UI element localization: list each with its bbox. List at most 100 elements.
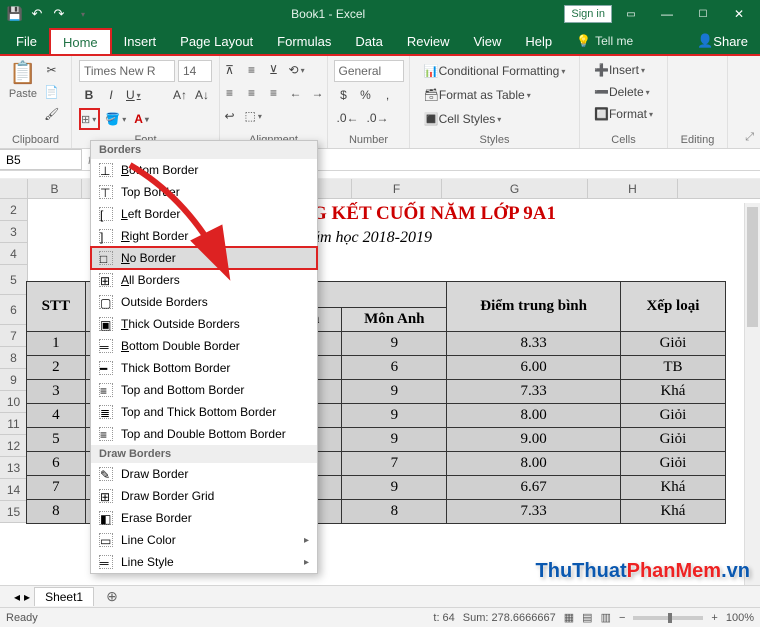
col-header-G[interactable]: G xyxy=(442,179,588,198)
percent-icon[interactable]: % xyxy=(356,85,376,105)
number-format-box[interactable]: General xyxy=(334,60,404,82)
sign-in-button[interactable]: Sign in xyxy=(564,5,612,23)
accounting-icon[interactable]: $ xyxy=(334,85,354,105)
conditional-formatting-button[interactable]: 📊 Conditional Formatting xyxy=(421,60,569,82)
col-header-B[interactable]: B xyxy=(28,179,82,198)
increase-decimal-icon[interactable]: .0← xyxy=(334,108,362,128)
font-name-box[interactable]: Times New R xyxy=(79,60,175,82)
zoom-out-icon[interactable]: − xyxy=(619,612,625,624)
comma-icon[interactable]: , xyxy=(378,85,398,105)
border-item-outside-borders[interactable]: ▢Outside Borders xyxy=(91,291,317,313)
decrease-indent-icon[interactable]: ← xyxy=(286,83,306,103)
name-box[interactable]: B5 xyxy=(0,149,82,170)
new-sheet-icon[interactable]: ⊕ xyxy=(98,588,126,605)
border-item-no-border[interactable]: □No Border xyxy=(91,247,317,269)
fill-color-button[interactable]: 🪣 xyxy=(102,109,129,129)
align-middle-icon[interactable]: ≡ xyxy=(242,60,262,80)
draw-border-item-line-style[interactable]: ═Line Style xyxy=(91,551,317,573)
redo-icon[interactable]: ↷ xyxy=(50,5,68,23)
cell-styles-button[interactable]: 🔳 Cell Styles xyxy=(421,108,569,130)
tab-data[interactable]: Data xyxy=(343,28,394,54)
format-cells-button[interactable]: 🔲 Format xyxy=(591,104,656,124)
zoom-slider[interactable] xyxy=(633,616,703,620)
maximize-icon[interactable]: ☐ xyxy=(686,0,720,28)
zoom-level[interactable]: 100% xyxy=(726,612,754,624)
italic-button[interactable]: I xyxy=(101,85,121,105)
border-item-bottom-double-border[interactable]: ═Bottom Double Border xyxy=(91,335,317,357)
row-header-4[interactable]: 4 xyxy=(0,243,28,265)
format-painter-icon[interactable]: 🖌 xyxy=(41,104,62,124)
border-item-top-and-double-bottom-border[interactable]: ≡Top and Double Bottom Border xyxy=(91,423,317,445)
draw-border-item-draw-border-grid[interactable]: ⊞Draw Border Grid xyxy=(91,485,317,507)
qat-customize[interactable] xyxy=(72,5,92,23)
tab-insert[interactable]: Insert xyxy=(112,28,169,54)
border-item-all-borders[interactable]: ⊞All Borders xyxy=(91,269,317,291)
tell-me[interactable]: 💡Tell me xyxy=(564,28,645,54)
border-item-bottom-border[interactable]: ⊥Bottom Border xyxy=(91,159,317,181)
increase-font-icon[interactable]: A↑ xyxy=(170,85,190,105)
close-icon[interactable]: ✕ xyxy=(722,0,756,28)
align-bottom-icon[interactable]: ⊻ xyxy=(264,60,284,80)
row-header-13[interactable]: 13 xyxy=(0,457,28,479)
border-item-top-and-bottom-border[interactable]: ≡Top and Bottom Border xyxy=(91,379,317,401)
row-header-8[interactable]: 8 xyxy=(0,347,28,369)
draw-border-item-line-color[interactable]: ▭Line Color xyxy=(91,529,317,551)
save-icon[interactable]: 💾 xyxy=(6,5,24,23)
align-right-icon[interactable]: ≡ xyxy=(264,83,284,103)
border-item-right-border[interactable]: ]Right Border xyxy=(91,225,317,247)
col-header-H[interactable]: H xyxy=(588,179,678,198)
draw-border-item-erase-border[interactable]: ◧Erase Border xyxy=(91,507,317,529)
wrap-text-icon[interactable]: ↩ xyxy=(220,106,240,126)
border-item-top-border[interactable]: ⊤Top Border xyxy=(91,181,317,203)
font-size-box[interactable]: 14 xyxy=(178,60,212,82)
row-header-6[interactable]: 6 xyxy=(0,295,28,325)
tab-review[interactable]: Review xyxy=(395,28,462,54)
row-header-7[interactable]: 7 xyxy=(0,325,28,347)
tab-home[interactable]: Home xyxy=(49,28,112,54)
tab-formulas[interactable]: Formulas xyxy=(265,28,343,54)
ribbon-display-icon[interactable]: ▭ xyxy=(614,0,648,28)
collapse-ribbon-icon[interactable]: ⤢ xyxy=(745,131,754,144)
decrease-decimal-icon[interactable]: .0→ xyxy=(364,108,392,128)
tab-page-layout[interactable]: Page Layout xyxy=(168,28,265,54)
row-header-9[interactable]: 9 xyxy=(0,369,28,391)
decrease-font-icon[interactable]: A↓ xyxy=(192,85,212,105)
borders-split-button[interactable]: ⊞▾ xyxy=(79,108,100,130)
align-top-icon[interactable]: ⊼ xyxy=(220,60,240,80)
underline-button[interactable]: U xyxy=(123,85,144,105)
title-cell[interactable]: G KẾT CUỐI NĂM LỚP 9A1 xyxy=(308,199,760,227)
border-item-thick-bottom-border[interactable]: ━Thick Bottom Border xyxy=(91,357,317,379)
row-header-2[interactable]: 2 xyxy=(0,199,28,221)
format-as-table-button[interactable]: 🗃 Format as Table xyxy=(421,84,569,106)
row-header-3[interactable]: 3 xyxy=(0,221,28,243)
col-header-F[interactable]: F xyxy=(352,179,442,198)
sheet-nav-prev-icon[interactable]: ◂ xyxy=(14,590,20,604)
minimize-icon[interactable]: — xyxy=(650,0,684,28)
tab-file[interactable]: File xyxy=(4,28,49,54)
align-left-icon[interactable]: ≡ xyxy=(220,83,240,103)
orientation-icon[interactable]: ⟲ xyxy=(286,60,308,80)
undo-icon[interactable]: ↶ xyxy=(28,5,46,23)
tab-view[interactable]: View xyxy=(461,28,513,54)
sheet-tab[interactable]: Sheet1 xyxy=(34,587,94,606)
border-item-top-and-thick-bottom-border[interactable]: ≣Top and Thick Bottom Border xyxy=(91,401,317,423)
view-normal-icon[interactable]: ▦ xyxy=(564,611,574,624)
subtitle-cell[interactable]: ăm học 2018-2019 xyxy=(308,227,760,249)
cut-icon[interactable]: ✂ xyxy=(42,60,62,80)
share-button[interactable]: 👤 Share xyxy=(685,28,760,54)
row-header-12[interactable]: 12 xyxy=(0,435,28,457)
copy-icon[interactable]: 📄 xyxy=(41,82,62,102)
border-item-left-border[interactable]: [Left Border xyxy=(91,203,317,225)
align-center-icon[interactable]: ≡ xyxy=(242,83,262,103)
insert-cells-button[interactable]: ➕ Insert xyxy=(591,60,656,80)
border-item-thick-outside-borders[interactable]: ▣Thick Outside Borders xyxy=(91,313,317,335)
tab-help[interactable]: Help xyxy=(513,28,564,54)
row-headers[interactable]: 23456789101112131415 xyxy=(0,199,28,523)
draw-border-item-draw-border[interactable]: ✎Draw Border xyxy=(91,463,317,485)
view-layout-icon[interactable]: ▤ xyxy=(582,611,592,624)
font-color-button[interactable]: A xyxy=(131,109,152,129)
view-pagebreak-icon[interactable]: ▥ xyxy=(601,611,611,624)
zoom-in-icon[interactable]: + xyxy=(711,612,717,624)
row-header-11[interactable]: 11 xyxy=(0,413,28,435)
row-header-14[interactable]: 14 xyxy=(0,479,28,501)
